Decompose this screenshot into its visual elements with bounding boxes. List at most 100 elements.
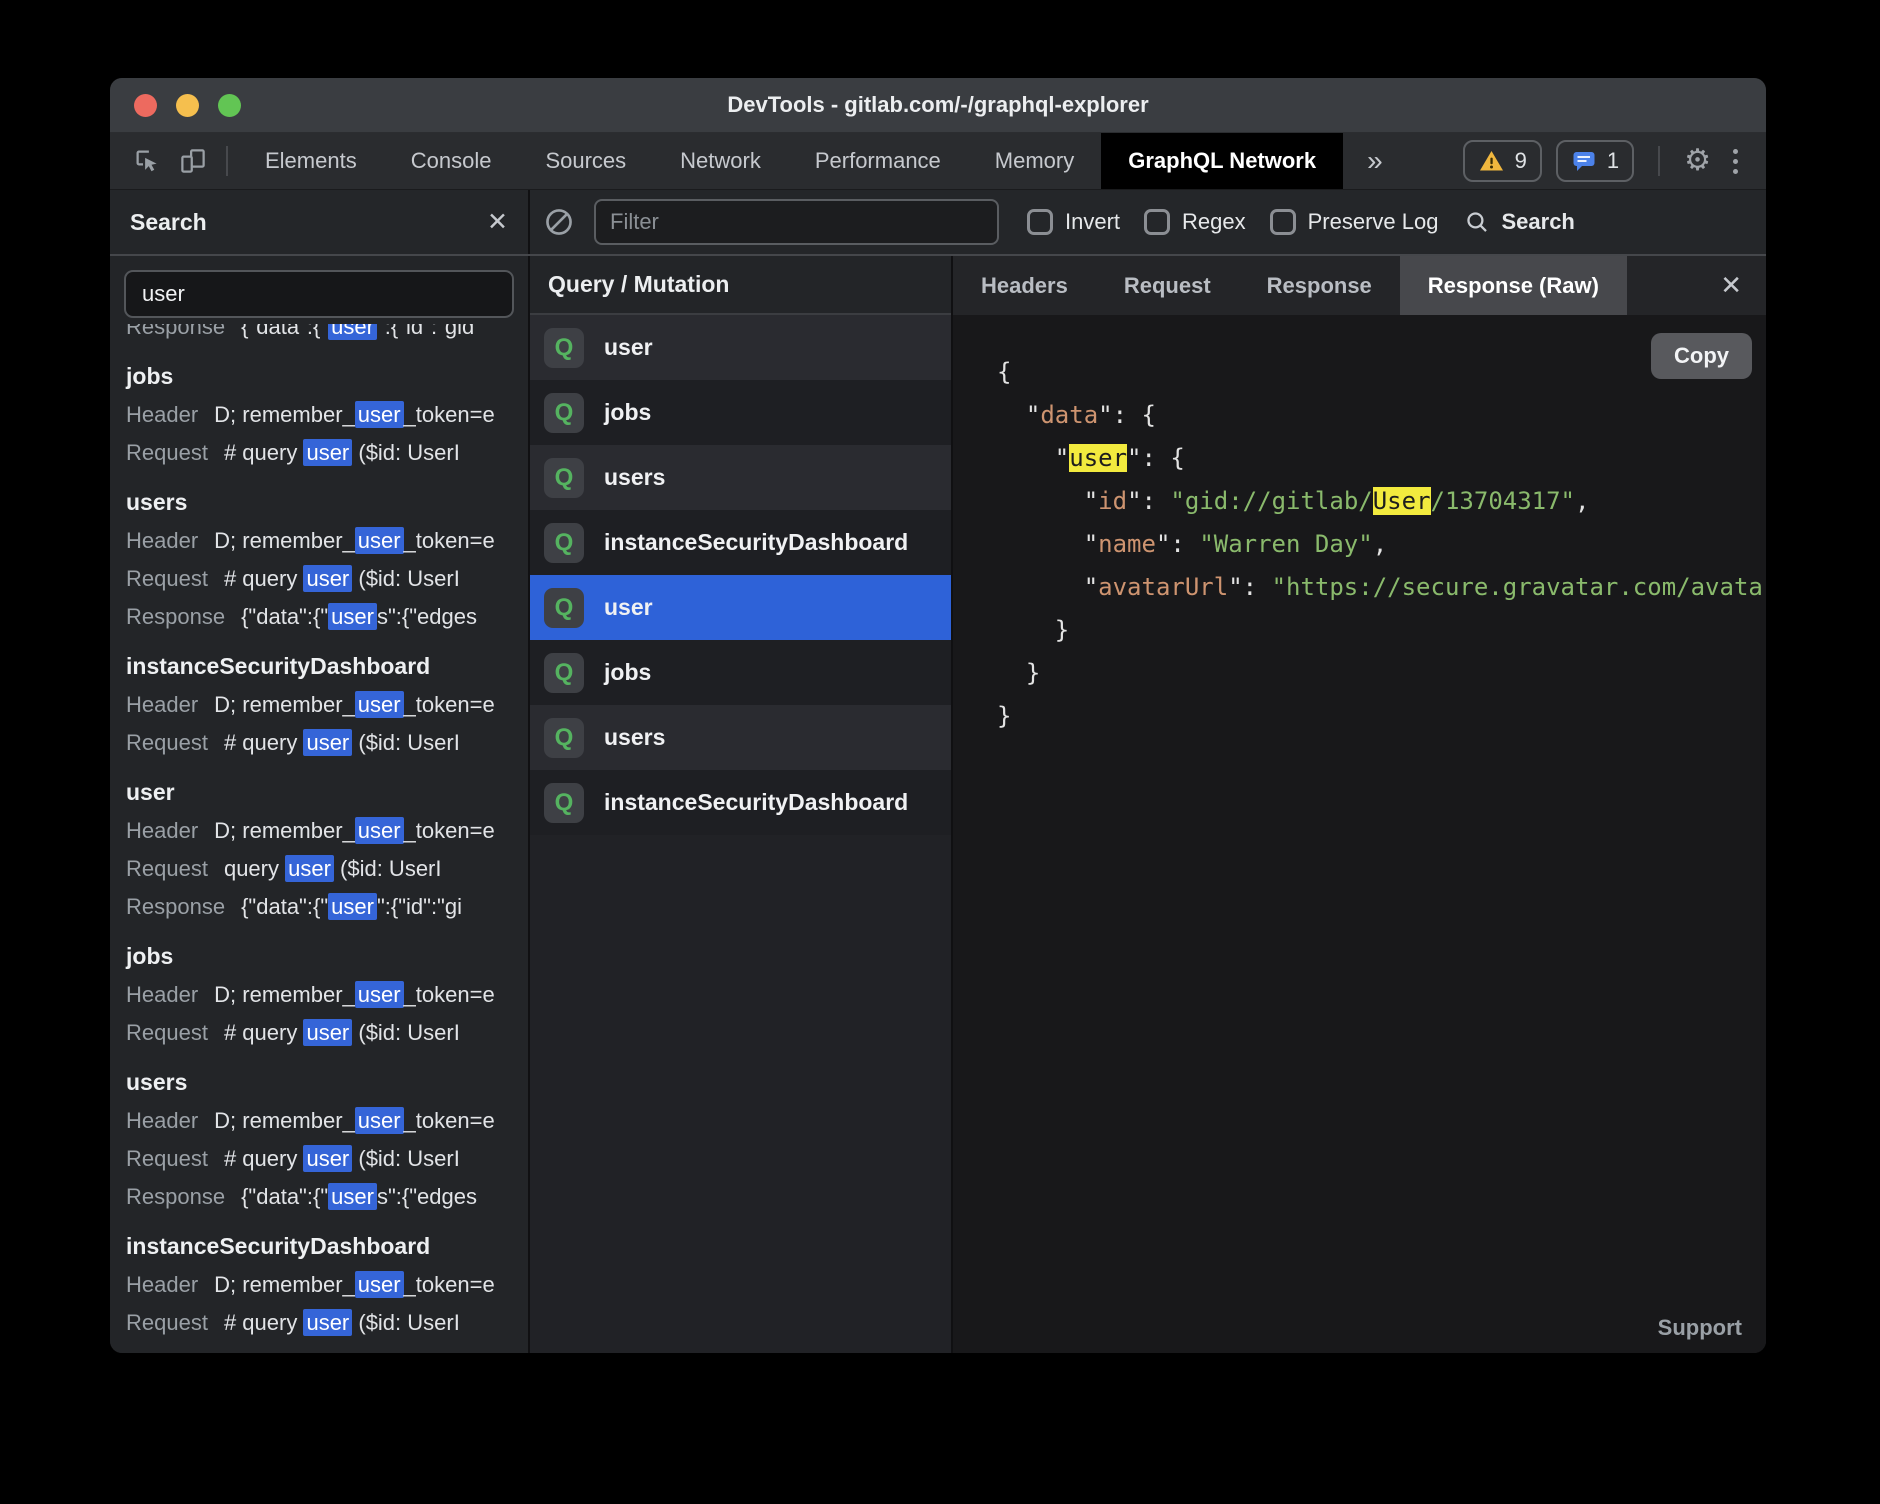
search-result-line[interactable]: Request# query user ($id: UserI bbox=[110, 434, 528, 472]
device-toolbar-icon[interactable] bbox=[170, 133, 216, 189]
tab-performance[interactable]: Performance bbox=[788, 133, 968, 189]
close-window-button[interactable] bbox=[134, 94, 157, 117]
query-type-badge: Q bbox=[544, 523, 584, 563]
query-item-user[interactable]: Quser bbox=[530, 315, 951, 380]
result-line-label: Request bbox=[126, 440, 208, 465]
search-result-line[interactable]: Response{"data":{"user":{"id":"gid bbox=[110, 324, 528, 346]
query-item-users[interactable]: Qusers bbox=[530, 705, 951, 770]
search-result-title: users bbox=[110, 482, 528, 522]
preserve-log-checkbox-box[interactable] bbox=[1270, 209, 1296, 235]
tab-memory[interactable]: Memory bbox=[968, 133, 1101, 189]
copy-button[interactable]: Copy bbox=[1651, 333, 1752, 379]
kebab-menu-icon[interactable] bbox=[1725, 149, 1746, 174]
search-result-title: instanceSecurityDashboard bbox=[110, 1226, 528, 1266]
detail-tab-response[interactable]: Response bbox=[1239, 256, 1400, 315]
query-item-instancesecuritydashboard[interactable]: QinstanceSecurityDashboard bbox=[530, 510, 951, 575]
query-list: QuserQjobsQusersQinstanceSecurityDashboa… bbox=[530, 315, 951, 835]
close-search-panel-icon[interactable]: ✕ bbox=[487, 207, 508, 237]
search-result-line[interactable]: Response{"data":{"users":{"edges bbox=[110, 1178, 528, 1216]
checkbox-invert[interactable]: Invert bbox=[1027, 209, 1120, 235]
detail-tabs: HeadersRequestResponseResponse (Raw) ✕ bbox=[953, 256, 1766, 315]
search-result-line[interactable]: HeaderD; remember_user_token=e bbox=[110, 812, 528, 850]
highlighted-text: user bbox=[303, 1019, 352, 1046]
preserve-log-checkbox-label: Preserve Log bbox=[1308, 209, 1439, 235]
result-line-label: Request bbox=[126, 566, 208, 591]
toolbar-search-button[interactable]: Search bbox=[1464, 209, 1574, 236]
more-tabs-chevron-icon[interactable]: » bbox=[1343, 133, 1407, 189]
highlighted-text: user bbox=[355, 527, 404, 554]
tab-elements[interactable]: Elements bbox=[238, 133, 384, 189]
highlighted-text: user bbox=[328, 1183, 377, 1210]
search-result-line[interactable]: HeaderD; remember_user_token=e bbox=[110, 522, 528, 560]
search-result-line[interactable]: Request# query user ($id: UserI bbox=[110, 560, 528, 598]
search-result-line[interactable]: HeaderD; remember_user_token=e bbox=[110, 976, 528, 1014]
search-result-title: user bbox=[110, 772, 528, 812]
messages-badge[interactable]: 1 bbox=[1556, 140, 1634, 182]
search-result-title: users bbox=[110, 1062, 528, 1102]
query-item-label: users bbox=[604, 724, 665, 751]
minimize-window-button[interactable] bbox=[176, 94, 199, 117]
query-item-users[interactable]: Qusers bbox=[530, 445, 951, 510]
detail-tab-request[interactable]: Request bbox=[1096, 256, 1239, 315]
titlebar[interactable]: DevTools - gitlab.com/-/graphql-explorer bbox=[110, 78, 1766, 133]
checkbox-preserve-log[interactable]: Preserve Log bbox=[1270, 209, 1439, 235]
result-line-label: Response bbox=[126, 894, 225, 919]
result-line-label: Request bbox=[126, 856, 208, 881]
detail-panel: HeadersRequestResponseResponse (Raw) ✕ C… bbox=[953, 256, 1766, 1353]
regex-checkbox-box[interactable] bbox=[1144, 209, 1170, 235]
search-result-line[interactable]: Response{"data":{"user":{"id":"gi bbox=[110, 888, 528, 926]
query-item-jobs[interactable]: Qjobs bbox=[530, 380, 951, 445]
checkbox-regex[interactable]: Regex bbox=[1144, 209, 1246, 235]
result-line-label: Response bbox=[126, 1184, 225, 1209]
result-line-value: {"data":{"user":{"id":"gid bbox=[241, 324, 474, 340]
support-link[interactable]: Support bbox=[1658, 1315, 1742, 1341]
result-line-label: Request bbox=[126, 1146, 208, 1171]
search-result-line[interactable]: Request# query user ($id: UserI bbox=[110, 724, 528, 762]
window-title: DevTools - gitlab.com/-/graphql-explorer bbox=[727, 92, 1148, 118]
search-result-line[interactable]: HeaderD; remember_user_token=e bbox=[110, 1266, 528, 1304]
search-result-line[interactable]: HeaderD; remember_user_token=e bbox=[110, 396, 528, 434]
search-result-line[interactable]: HeaderD; remember_user_token=e bbox=[110, 1102, 528, 1140]
result-line-value: D; remember_user_token=e bbox=[214, 401, 495, 428]
search-result-title: jobs bbox=[110, 936, 528, 976]
close-detail-panel-icon[interactable]: ✕ bbox=[1720, 256, 1766, 315]
network-toolbar: Invert Regex Preserve Log Search bbox=[530, 190, 1766, 254]
toolbar-checkboxes: Invert Regex Preserve Log bbox=[1027, 209, 1438, 235]
json-line: } bbox=[997, 652, 1766, 695]
result-line-value: D; remember_user_token=e bbox=[214, 981, 495, 1008]
query-item-instancesecuritydashboard[interactable]: QinstanceSecurityDashboard bbox=[530, 770, 951, 835]
result-line-label: Request bbox=[126, 730, 208, 755]
tab-console[interactable]: Console bbox=[384, 133, 519, 189]
invert-checkbox-box[interactable] bbox=[1027, 209, 1053, 235]
search-result-line[interactable]: HeaderD; remember_user_token=e bbox=[110, 686, 528, 724]
zoom-window-button[interactable] bbox=[218, 94, 241, 117]
query-type-badge: Q bbox=[544, 393, 584, 433]
settings-gear-icon[interactable]: ⚙ bbox=[1684, 146, 1711, 176]
inspect-element-icon[interactable] bbox=[124, 133, 170, 189]
filter-input[interactable] bbox=[594, 199, 999, 245]
query-type-badge: Q bbox=[544, 718, 584, 758]
tab-network[interactable]: Network bbox=[653, 133, 788, 189]
search-result-line[interactable]: Requestquery user ($id: UserI bbox=[110, 850, 528, 888]
search-query-input[interactable] bbox=[124, 270, 514, 318]
detail-tab-response-raw[interactable]: Response (Raw) bbox=[1400, 256, 1627, 315]
search-result-line[interactable]: Response{"data":{"users":{"edges bbox=[110, 598, 528, 636]
warning-triangle-icon bbox=[1478, 149, 1505, 173]
json-line: "data": { bbox=[997, 394, 1766, 437]
regex-checkbox-label: Regex bbox=[1182, 209, 1246, 235]
tab-graphql-network[interactable]: GraphQL Network bbox=[1101, 133, 1343, 189]
search-result-entry: usersHeaderD; remember_user_token=eReque… bbox=[110, 1062, 528, 1216]
warnings-badge[interactable]: 9 bbox=[1463, 140, 1542, 182]
clear-log-icon[interactable] bbox=[544, 207, 574, 237]
tab-sources[interactable]: Sources bbox=[518, 133, 653, 189]
search-result-line[interactable]: Request# query user ($id: UserI bbox=[110, 1140, 528, 1178]
chat-bubble-icon bbox=[1571, 149, 1597, 173]
search-result-line[interactable]: Request# query user ($id: UserI bbox=[110, 1014, 528, 1052]
query-item-user[interactable]: Quser bbox=[530, 575, 951, 640]
query-item-label: jobs bbox=[604, 399, 651, 426]
invert-checkbox-label: Invert bbox=[1065, 209, 1120, 235]
query-item-jobs[interactable]: Qjobs bbox=[530, 640, 951, 705]
search-result-line[interactable]: Request# query user ($id: UserI bbox=[110, 1304, 528, 1342]
search-result-title: jobs bbox=[110, 356, 528, 396]
detail-tab-headers[interactable]: Headers bbox=[953, 256, 1096, 315]
